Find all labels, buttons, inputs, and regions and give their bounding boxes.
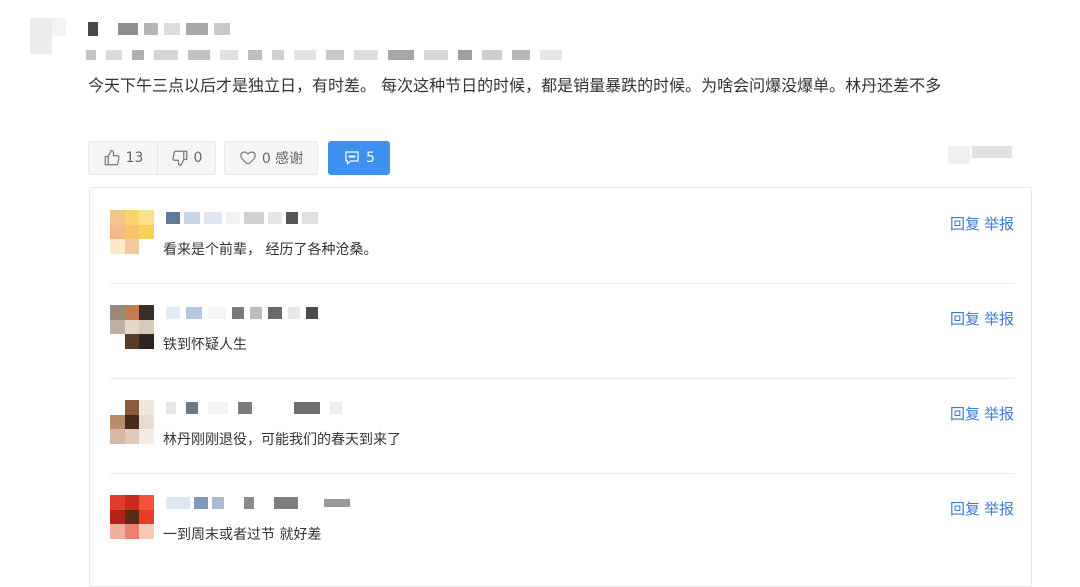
like-count: 13 bbox=[125, 150, 144, 166]
reply-author-mosaic bbox=[166, 212, 318, 224]
reply-text: 看来是个前辈， 经历了各种沧桑。 bbox=[163, 242, 378, 258]
reply-author-mosaic bbox=[166, 402, 342, 414]
reply-avatar bbox=[110, 210, 154, 254]
dislike-count: 0 bbox=[193, 150, 203, 166]
reply-item: 林丹刚刚退役，可能我们的春天到来了 回复 举报 bbox=[110, 378, 1014, 474]
heart-icon bbox=[240, 151, 256, 165]
thumbs-down-icon bbox=[171, 150, 187, 167]
reply-actions: 回复 举报 bbox=[950, 308, 1014, 329]
reply-text: 一到周末或者过节 就好差 bbox=[163, 527, 322, 543]
reply-link[interactable]: 回复 bbox=[950, 213, 980, 234]
reply-avatar bbox=[110, 305, 154, 349]
reply-link[interactable]: 回复 bbox=[950, 498, 980, 519]
author-avatar-mosaic bbox=[30, 18, 66, 54]
comments-button[interactable]: 5 bbox=[328, 141, 390, 175]
report-link[interactable]: 举报 bbox=[984, 213, 1014, 234]
reply-text: 铁到怀疑人生 bbox=[163, 337, 247, 353]
reply-actions: 回复 举报 bbox=[950, 213, 1014, 234]
reply-list: 看来是个前辈， 经历了各种沧桑。 回复 举报 铁到怀疑人生 回复 举报 林丹刚刚… bbox=[89, 187, 1032, 587]
thanks-button[interactable]: 0 感谢 bbox=[224, 141, 318, 175]
comments-count: 5 bbox=[366, 150, 375, 166]
reply-avatar bbox=[110, 400, 154, 444]
report-link[interactable]: 举报 bbox=[984, 308, 1014, 329]
reply-link[interactable]: 回复 bbox=[950, 403, 980, 424]
reply-author-mosaic bbox=[166, 307, 318, 319]
comment-icon bbox=[345, 151, 359, 165]
author-meta-mosaic bbox=[86, 50, 562, 60]
reply-item: 一到周末或者过节 就好差 回复 举报 bbox=[110, 473, 1014, 568]
reply-link[interactable]: 回复 bbox=[950, 308, 980, 329]
report-link[interactable]: 举报 bbox=[984, 403, 1014, 424]
reply-item: 铁到怀疑人生 回复 举报 bbox=[110, 283, 1014, 379]
thanks-label: 0 感谢 bbox=[261, 151, 304, 167]
report-link[interactable]: 举报 bbox=[984, 498, 1014, 519]
reply-author-mosaic bbox=[166, 497, 350, 509]
like-button[interactable]: 13 bbox=[88, 141, 158, 175]
reply-text: 林丹刚刚退役，可能我们的春天到来了 bbox=[163, 432, 401, 448]
author-name-mosaic bbox=[88, 22, 230, 36]
reply-actions: 回复 举报 bbox=[950, 498, 1014, 519]
reply-item: 看来是个前辈， 经历了各种沧桑。 回复 举报 bbox=[110, 188, 1014, 284]
thumbs-up-icon bbox=[104, 149, 120, 166]
dislike-button[interactable]: 0 bbox=[158, 141, 216, 175]
post-meta-mosaic bbox=[948, 146, 1012, 164]
post-body-text: 今天下午三点以后才是独立日，有时差。 每次这种节日的时候，都是销量暴跌的时候。为… bbox=[88, 76, 942, 95]
post-action-bar: 13 0 0 感谢 5 bbox=[88, 140, 390, 176]
reply-avatar bbox=[110, 495, 154, 539]
reply-actions: 回复 举报 bbox=[950, 403, 1014, 424]
